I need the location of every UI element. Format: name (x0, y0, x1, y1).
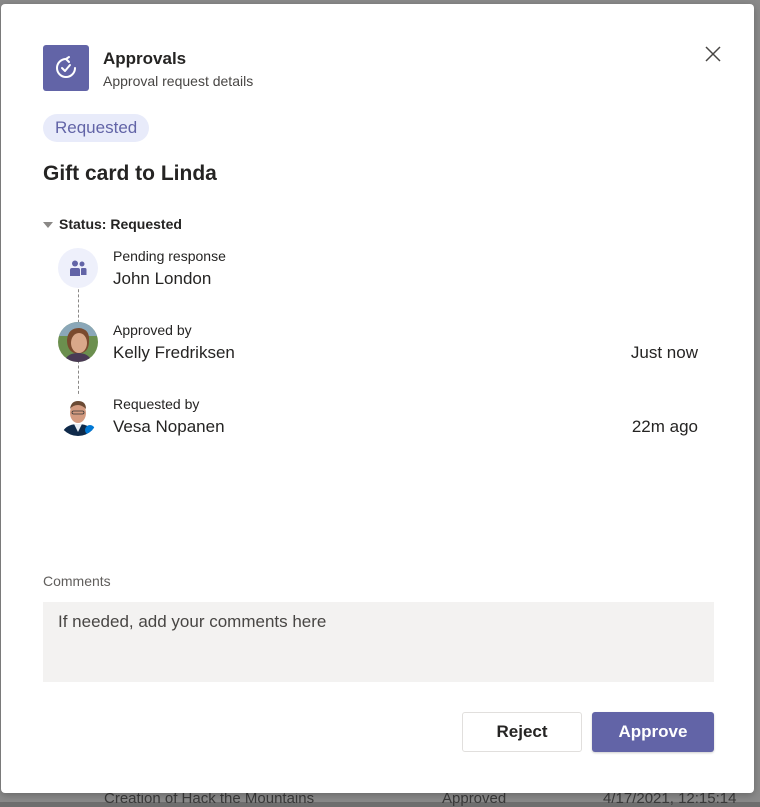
app-subtitle: Approval request details (103, 73, 254, 89)
reject-button[interactable]: Reject (462, 712, 582, 752)
chevron-down-icon (43, 221, 53, 228)
timeline-timestamp: Just now (630, 343, 698, 362)
avatar (58, 322, 98, 362)
timeline-item-pending: Pending response John London (58, 248, 698, 292)
status-badge: Requested (43, 114, 150, 142)
close-icon (705, 46, 721, 62)
timeline-item-requested: Requested by Vesa Nopanen 22m ago (58, 396, 698, 440)
app-title: Approvals (103, 49, 187, 68)
approve-button[interactable]: Approve (592, 712, 714, 752)
comments-input[interactable] (43, 602, 714, 682)
approval-details-dialog: Approvals Approval request details Reque… (1, 4, 754, 793)
close-button[interactable] (701, 42, 725, 66)
approvals-icon (43, 45, 89, 91)
timeline-timestamp: 22m ago (631, 417, 698, 436)
status-toggle[interactable]: Status: Requested (43, 216, 182, 232)
team-icon (58, 248, 98, 288)
timeline-label: Approved by (113, 322, 192, 338)
timeline-label: Pending response (113, 248, 226, 264)
avatar (58, 396, 98, 436)
timeline-label: Requested by (113, 396, 200, 412)
timeline-name: Vesa Nopanen (113, 417, 225, 436)
timeline-name: Kelly Fredriksen (113, 343, 235, 362)
timeline-name: John London (113, 269, 212, 288)
timeline-item-approved: Approved by Kelly Fredriksen Just now (58, 322, 698, 366)
request-title: Gift card to Linda (43, 162, 217, 185)
status-toggle-label: Status: Requested (59, 216, 182, 232)
comments-label: Comments (43, 573, 111, 589)
